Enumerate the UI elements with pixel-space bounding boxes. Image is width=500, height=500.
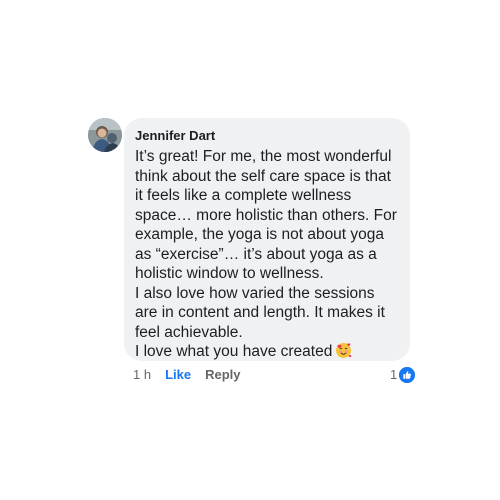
comment-paragraph-text: I love what you have created — [135, 343, 333, 360]
thumbs-up-icon — [399, 367, 416, 383]
smiling-face-with-hearts-icon — [335, 342, 352, 359]
comment-text: It’s great! For me, the most wonderful t… — [135, 147, 400, 362]
avatar[interactable] — [88, 118, 122, 152]
comment-time[interactable]: 1 h — [133, 367, 151, 382]
comment-bubble: Jennifer Dart It’s great! For me, the mo… — [124, 118, 410, 361]
comment-paragraph: It’s great! For me, the most wonderful t… — [135, 148, 397, 282]
profile-photo — [88, 118, 122, 152]
reaction-count: 1 — [390, 367, 398, 382]
reaction-summary[interactable]: 1 — [390, 367, 416, 383]
comment-page: Jennifer Dart It’s great! For me, the mo… — [0, 0, 500, 500]
comment-paragraph: I love what you have created — [135, 342, 400, 362]
comment-paragraph: I also love how varied the sessions are … — [135, 284, 385, 341]
reply-button[interactable]: Reply — [205, 367, 240, 382]
like-button[interactable]: Like — [165, 367, 191, 382]
comment-actions: 1 h Like Reply — [133, 367, 255, 383]
comment-author[interactable]: Jennifer Dart — [135, 127, 400, 144]
